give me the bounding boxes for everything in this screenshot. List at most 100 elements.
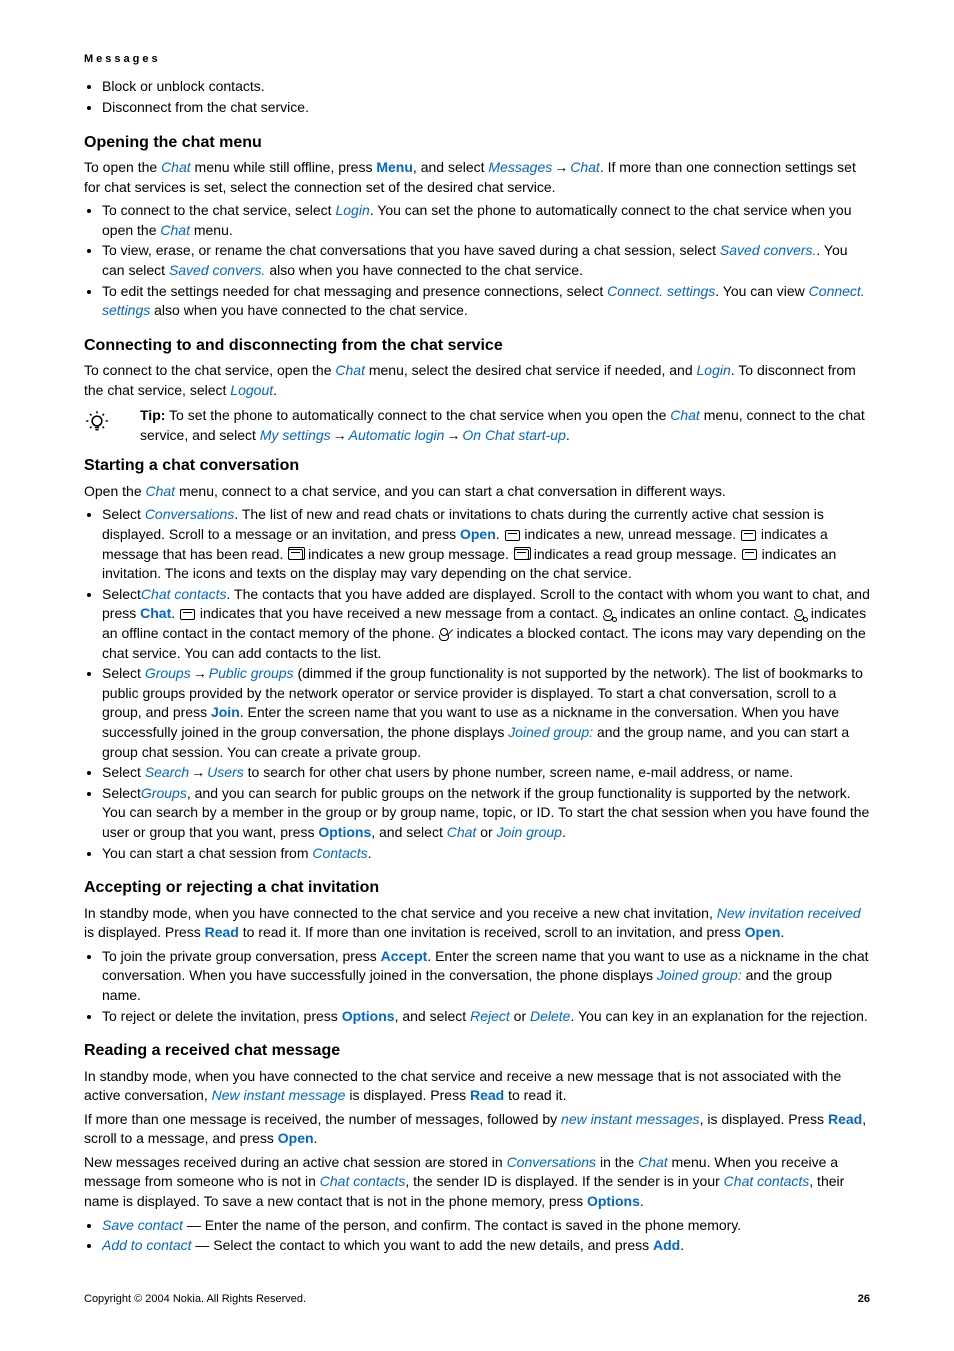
link-connect-settings[interactable]: Connect. settings [607, 283, 715, 299]
link-delete[interactable]: Delete [530, 1008, 570, 1024]
para-starting: Open the Chat menu, connect to a chat se… [84, 482, 870, 502]
read-bullets: Save contact — Enter the name of the per… [84, 1216, 870, 1256]
list-item: SelectChat contacts. The contacts that y… [102, 585, 870, 663]
link-saved-convers[interactable]: Saved convers. [169, 262, 266, 278]
link-groups[interactable]: Groups [145, 665, 191, 681]
link-menu[interactable]: Menu [376, 159, 413, 175]
list-item: To connect to the chat service, select L… [102, 201, 870, 240]
list-item: Add to contact — Select the contact to w… [102, 1236, 870, 1256]
new-group-message-icon [288, 549, 303, 560]
copyright: Copyright © 2004 Nokia. All Rights Reser… [84, 1292, 858, 1307]
accept-bullets: To join the private group conversation, … [84, 947, 870, 1026]
lightbulb-icon [84, 406, 140, 443]
arrow-icon: → [191, 664, 209, 684]
link-chat[interactable]: Chat [161, 159, 191, 175]
link-read[interactable]: Read [828, 1111, 862, 1127]
list-item: Select Conversations. The list of new an… [102, 505, 870, 583]
link-new-instant-messages[interactable]: new instant messages [561, 1111, 700, 1127]
link-save-contact[interactable]: Save contact [102, 1217, 183, 1233]
link-messages[interactable]: Messages [488, 159, 552, 175]
link-on-startup[interactable]: On Chat start-up [462, 427, 566, 443]
link-open[interactable]: Open [745, 924, 781, 940]
link-joined-group[interactable]: Joined group: [508, 724, 593, 740]
link-search[interactable]: Search [145, 764, 189, 780]
link-chat[interactable]: Chat [570, 159, 600, 175]
para-read-1: In standby mode, when you have connected… [84, 1067, 870, 1106]
link-new-invitation[interactable]: New invitation received [717, 905, 861, 921]
link-chat[interactable]: Chat [146, 483, 176, 499]
link-add[interactable]: Add [653, 1237, 680, 1253]
link-logout[interactable]: Logout [230, 382, 273, 398]
list-item: Save contact — Enter the name of the per… [102, 1216, 870, 1236]
heading-starting: Starting a chat conversation [84, 455, 870, 477]
link-contacts[interactable]: Contacts [312, 845, 367, 861]
heading-connecting: Connecting to and disconnecting from the… [84, 335, 870, 357]
read-group-message-icon [514, 549, 529, 560]
list-item: Select Search → Users to search for othe… [102, 763, 870, 783]
invitation-icon [742, 549, 757, 560]
heading-accepting: Accepting or rejecting a chat invitation [84, 877, 870, 899]
open-bullets: To connect to the chat service, select L… [84, 201, 870, 321]
link-options[interactable]: Options [342, 1008, 395, 1024]
link-login[interactable]: Login [697, 362, 731, 378]
para-accepting: In standby mode, when you have connected… [84, 904, 870, 943]
link-options[interactable]: Options [587, 1193, 640, 1209]
online-contact-icon [603, 609, 615, 621]
link-public-groups[interactable]: Public groups [209, 665, 294, 681]
link-chat-contacts[interactable]: Chat contacts [141, 586, 227, 602]
link-chat-contacts[interactable]: Chat contacts [724, 1173, 810, 1189]
link-chat[interactable]: Chat [335, 362, 365, 378]
link-users[interactable]: Users [207, 764, 244, 780]
offline-contact-icon [794, 609, 806, 621]
link-groups[interactable]: Groups [141, 785, 187, 801]
tip-block: Tip: To set the phone to automatically c… [84, 406, 870, 445]
page-number: 26 [858, 1292, 870, 1307]
list-item: Select Groups → Public groups (dimmed if… [102, 664, 870, 762]
link-saved-convers[interactable]: Saved convers. [720, 242, 817, 258]
link-chat[interactable]: Chat [638, 1154, 668, 1170]
tip-text: Tip: To set the phone to automatically c… [140, 406, 870, 445]
link-conversations[interactable]: Conversations [507, 1154, 597, 1170]
link-conversations[interactable]: Conversations [145, 506, 235, 522]
link-chat-btn[interactable]: Chat [140, 605, 171, 621]
para-connecting: To connect to the chat service, open the… [84, 361, 870, 400]
link-joined-group[interactable]: Joined group: [657, 967, 742, 983]
para-read-2: If more than one message is received, th… [84, 1110, 870, 1149]
link-open[interactable]: Open [278, 1130, 314, 1146]
arrow-icon: → [189, 763, 207, 783]
link-read[interactable]: Read [205, 924, 239, 940]
para-opening: To open the Chat menu while still offlin… [84, 158, 870, 197]
link-auto-login[interactable]: Automatic login [349, 427, 445, 443]
link-reject[interactable]: Reject [470, 1008, 510, 1024]
footer: Copyright © 2004 Nokia. All Rights Reser… [84, 1292, 870, 1307]
link-accept[interactable]: Accept [381, 948, 428, 964]
link-login[interactable]: Login [335, 202, 369, 218]
list-item: To edit the settings needed for chat mes… [102, 282, 870, 321]
link-open[interactable]: Open [460, 526, 496, 542]
link-my-settings[interactable]: My settings [260, 427, 331, 443]
start-bullets: Select Conversations. The list of new an… [84, 505, 870, 863]
link-new-instant-message[interactable]: New instant message [212, 1087, 346, 1103]
link-chat[interactable]: Chat [160, 222, 190, 238]
read-message-icon [741, 530, 756, 541]
list-item: To join the private group conversation, … [102, 947, 870, 1006]
arrow-icon: → [331, 426, 349, 446]
link-join[interactable]: Join [211, 704, 240, 720]
list-item: SelectGroups, and you can search for pub… [102, 784, 870, 843]
arrow-icon: → [444, 426, 462, 446]
link-chat[interactable]: Chat [447, 824, 477, 840]
list-item: You can start a chat session from Contac… [102, 844, 870, 864]
link-chat[interactable]: Chat [670, 407, 700, 423]
top-bullets: Block or unblock contacts. Disconnect fr… [84, 77, 870, 117]
link-read[interactable]: Read [470, 1087, 504, 1103]
link-chat-contacts[interactable]: Chat contacts [320, 1173, 406, 1189]
link-add-to-contact[interactable]: Add to contact [102, 1237, 192, 1253]
list-item: Block or unblock contacts. [102, 77, 870, 97]
list-item: To reject or delete the invitation, pres… [102, 1007, 870, 1027]
link-options[interactable]: Options [318, 824, 371, 840]
link-join-group[interactable]: Join group [497, 824, 562, 840]
tip-label: Tip: [140, 407, 165, 423]
list-item: To view, erase, or rename the chat conve… [102, 241, 870, 280]
list-item: Disconnect from the chat service. [102, 98, 870, 118]
section-label: Messages [84, 52, 870, 67]
